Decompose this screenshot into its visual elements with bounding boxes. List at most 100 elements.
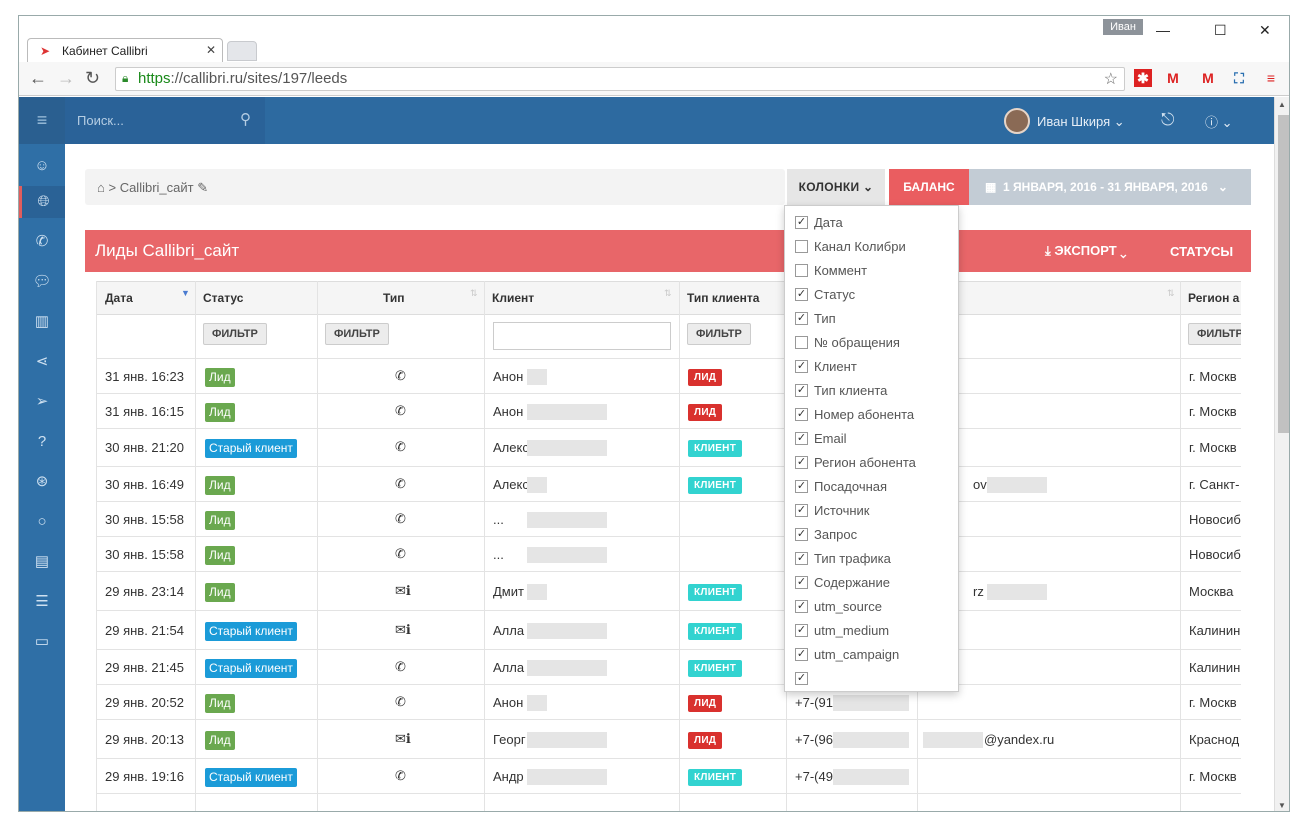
forward-icon[interactable]: → bbox=[57, 68, 75, 89]
client-type-filter-button[interactable]: ФИЛЬТР bbox=[687, 323, 751, 345]
statuses-button[interactable]: СТАТУСЫ bbox=[1170, 244, 1233, 259]
close-tab-icon[interactable]: ✕ bbox=[206, 43, 216, 57]
col-date[interactable]: Дата bbox=[105, 291, 133, 305]
sort-icon[interactable]: ⇅ bbox=[470, 288, 478, 299]
sidebar-share-icon[interactable]: ⋖ bbox=[19, 346, 65, 378]
type-filter-button[interactable]: ФИЛЬТР bbox=[325, 323, 389, 345]
column-option-label: Регион абонента bbox=[814, 455, 916, 470]
sidebar-book-icon[interactable]: ▤ bbox=[19, 546, 65, 578]
table-row[interactable]: 29 янв. 20:52 Лид ✆ Анон ЛИД +7-(91 г. Москв bbox=[97, 685, 1241, 720]
scroll-thumb[interactable] bbox=[1278, 115, 1289, 433]
column-checkbox[interactable]: ✓ bbox=[795, 624, 808, 637]
col-type[interactable]: Тип bbox=[383, 291, 405, 305]
table-row[interactable]: 29 янв. 19:16 Старый клиент ✆ Андр КЛИЕНТ +7-… bbox=[97, 759, 1241, 794]
back-icon[interactable]: ← bbox=[29, 68, 47, 89]
status-filter-button[interactable]: ФИЛЬТР bbox=[203, 323, 267, 345]
column-checkbox[interactable]: ✓ bbox=[795, 552, 808, 565]
table-row[interactable]: 29 янв. 21:45 Старый клиент ✆ Алла КЛИЕНТ Кал… bbox=[97, 650, 1241, 685]
column-checkbox[interactable]: ✓ bbox=[795, 576, 808, 589]
column-checkbox[interactable]: ✓ bbox=[795, 408, 808, 421]
home-icon[interactable]: ⌂ bbox=[97, 180, 105, 195]
table-row[interactable]: 30 янв. 21:20 Старый клиент ✆ Алекс КЛИЕНТ г.… bbox=[97, 429, 1241, 467]
sort-icon[interactable]: ⇅ bbox=[1167, 288, 1175, 299]
column-checkbox[interactable]: ✓ bbox=[795, 216, 808, 229]
column-checkbox[interactable]: ✓ bbox=[795, 312, 808, 325]
table-row[interactable]: 29 янв. 23:14 Лид ✉ℹ Дмит КЛИЕНТ rz Москва bbox=[97, 572, 1241, 611]
table-row[interactable]: 29 янв. 20:13 Лид ✉ℹ Георг ЛИД +7-(96 @yandex.… bbox=[97, 720, 1241, 759]
browser-menu-icon[interactable]: ≡ bbox=[1262, 69, 1280, 87]
column-checkbox[interactable] bbox=[795, 264, 808, 277]
sidebar-chat-icon[interactable]: 💬︎ bbox=[19, 266, 65, 298]
logout-icon[interactable]: ⎋ bbox=[1161, 110, 1174, 130]
date-range-button[interactable]: ▦ 1 ЯНВАРЯ, 2016 - 31 ЯНВАРЯ, 2016 ⌄ bbox=[969, 169, 1251, 205]
bookmark-star-icon[interactable]: ☆ bbox=[1104, 69, 1118, 89]
sidebar-stats-icon[interactable]: ▥ bbox=[19, 306, 65, 338]
sidebar-card-icon[interactable]: ▭ bbox=[19, 626, 65, 658]
scrollbar[interactable]: ▲ ▼ bbox=[1274, 97, 1289, 811]
column-checkbox[interactable]: ✓ bbox=[795, 432, 808, 445]
scroll-down-icon[interactable]: ▼ bbox=[1278, 801, 1286, 810]
col-status[interactable]: Статус bbox=[203, 291, 243, 305]
table-row[interactable]: 29 янв. 21:54 Старый клиент ✉ℹ Алла КЛИЕНТ Ка… bbox=[97, 611, 1241, 650]
balance-button[interactable]: БАЛАНС bbox=[889, 169, 969, 205]
profile-badge[interactable]: Иван bbox=[1103, 19, 1143, 35]
edit-icon[interactable]: ✎ bbox=[197, 180, 208, 195]
col-client[interactable]: Клиент bbox=[492, 291, 534, 305]
extension-icon[interactable]: ✱ bbox=[1134, 69, 1152, 87]
reload-icon[interactable]: ↻ bbox=[85, 68, 100, 89]
sidebar-support-icon[interactable]: ⊛ bbox=[19, 466, 65, 498]
sidebar-server-icon[interactable]: ☰ bbox=[19, 586, 65, 618]
sidebar-help-icon[interactable]: ? bbox=[19, 426, 65, 458]
avatar[interactable] bbox=[1004, 108, 1030, 134]
sort-desc-icon[interactable]: ▼ bbox=[181, 288, 190, 298]
column-checkbox[interactable] bbox=[795, 240, 808, 253]
search-box[interactable]: Поиск... ⚲ bbox=[65, 97, 265, 144]
sidebar-calls-icon[interactable]: ✆ bbox=[19, 226, 65, 258]
sidebar-users-icon[interactable]: ☺ bbox=[19, 150, 65, 182]
col-client-type[interactable]: Тип клиента bbox=[687, 291, 759, 305]
client-type-badge: КЛИЕНТ bbox=[688, 623, 743, 640]
table-row[interactable]: 30 янв. 16:49 Лид ✆ Алекс КЛИЕНТ ov г. Санкт- bbox=[97, 467, 1241, 502]
url-bar[interactable]: 🔒︎ https://callibri.ru/sites/197/leeds ☆ bbox=[115, 67, 1125, 91]
column-checkbox[interactable]: ✓ bbox=[795, 288, 808, 301]
col-region[interactable]: Регион а bbox=[1188, 291, 1239, 305]
filter-row: ФИЛЬТР ФИЛЬТР ФИЛЬТР ФИЛЬТР bbox=[97, 315, 1241, 359]
column-checkbox[interactable]: ✓ bbox=[795, 504, 808, 517]
sidebar-comment-icon[interactable]: ○ bbox=[19, 506, 65, 538]
table-row[interactable]: 30 янв. 15:58 Лид ✆... Новосиб bbox=[97, 537, 1241, 572]
close-window-icon[interactable]: ✕ bbox=[1259, 22, 1271, 39]
minimize-icon[interactable]: — bbox=[1156, 22, 1170, 38]
table-row[interactable]: 30 янв. 15:58 Лид ✆... Новосиб bbox=[97, 502, 1241, 537]
column-checkbox[interactable]: ✓ bbox=[795, 648, 808, 661]
scroll-up-icon[interactable]: ▲ bbox=[1278, 100, 1286, 109]
browser-tab[interactable]: ➤ Кабинет Callibri ✕ bbox=[27, 38, 223, 62]
new-tab-button[interactable] bbox=[227, 41, 257, 61]
breadcrumb-site[interactable]: Callibri_сайт bbox=[120, 180, 194, 195]
table-row[interactable]: 31 янв. 16:15 Лид ✆ Анон ЛИД г. Москв bbox=[97, 394, 1241, 429]
column-checkbox[interactable] bbox=[795, 336, 808, 349]
gmail-icon[interactable]: M bbox=[1164, 69, 1182, 87]
gmail-icon-2[interactable]: M bbox=[1199, 69, 1217, 87]
table-row[interactable]: 31 янв. 16:23 Лид ✆ Анон ЛИД г. Москв bbox=[97, 359, 1241, 394]
column-checkbox[interactable]: ✓ bbox=[795, 480, 808, 493]
search-input[interactable]: Поиск... bbox=[77, 113, 124, 128]
client-filter-input[interactable] bbox=[493, 322, 671, 350]
region-filter-button[interactable]: ФИЛЬТР bbox=[1188, 323, 1241, 345]
sort-icon[interactable]: ⇅ bbox=[664, 288, 672, 299]
screen-capture-icon[interactable]: ⛶ bbox=[1230, 69, 1248, 87]
column-checkbox[interactable]: ✓ bbox=[795, 456, 808, 469]
export-button[interactable]: ⤓ ЭКСПОРТ ⌄ bbox=[1045, 243, 1126, 259]
maximize-icon[interactable]: ☐ bbox=[1214, 22, 1227, 39]
column-checkbox[interactable]: ✓ bbox=[795, 600, 808, 613]
sidebar-send-icon[interactable]: ➢ bbox=[19, 386, 65, 418]
column-checkbox[interactable]: ✓ bbox=[795, 384, 808, 397]
user-menu[interactable]: Иван Шкиря ⌄ bbox=[1037, 114, 1125, 130]
column-checkbox[interactable]: ✓ bbox=[795, 360, 808, 373]
search-icon[interactable]: ⚲ bbox=[240, 110, 251, 128]
column-checkbox[interactable]: ✓ bbox=[795, 672, 808, 685]
menu-icon[interactable]: ≡ bbox=[19, 97, 65, 144]
help-icon[interactable]: ⓘ ⌄ bbox=[1205, 112, 1233, 131]
columns-button[interactable]: КОЛОНКИ ⌄ bbox=[787, 169, 885, 205]
sidebar-sites-icon[interactable]: 🌐︎ bbox=[19, 186, 65, 218]
column-checkbox[interactable]: ✓ bbox=[795, 528, 808, 541]
